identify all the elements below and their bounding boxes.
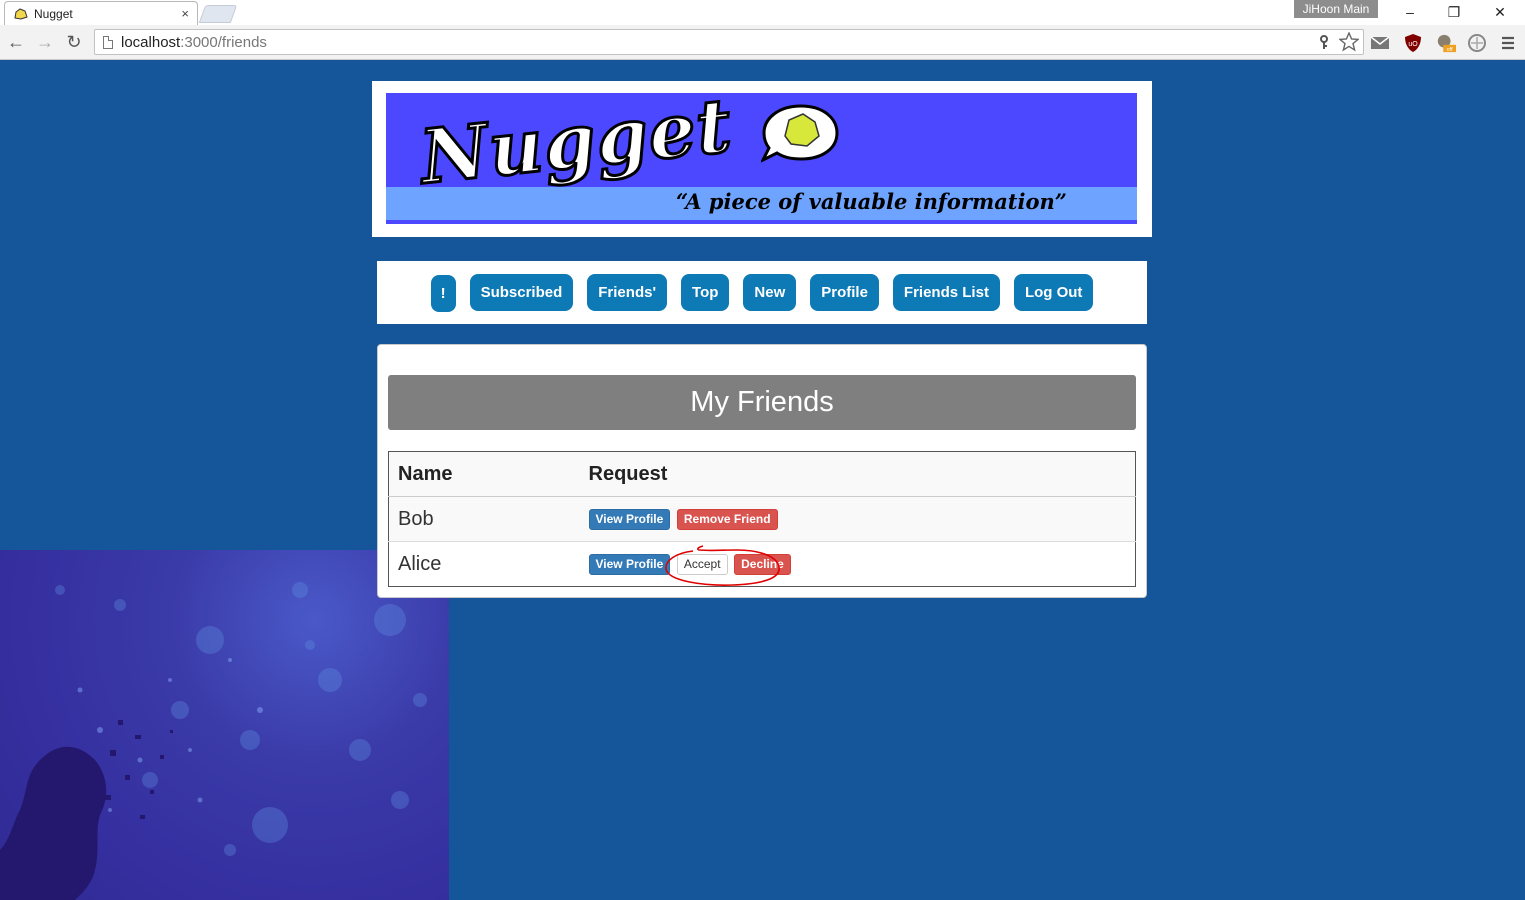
new-button[interactable]: New xyxy=(743,274,797,311)
background-bokeh-image xyxy=(0,582,427,900)
table-row: Bob View Profile Remove Friend xyxy=(388,496,1136,542)
nugget-favicon-icon xyxy=(14,8,28,20)
nugget-bubble-icon xyxy=(761,104,839,163)
friends-panel: My Friends Name Request Bob View Profile… xyxy=(377,344,1147,598)
restore-button[interactable]: ❐ xyxy=(1440,3,1468,21)
browser-tab[interactable]: Nugget × xyxy=(4,1,198,25)
alert-button[interactable]: ! xyxy=(430,275,456,312)
close-window-button[interactable]: ✕ xyxy=(1486,3,1514,21)
decline-button[interactable]: Decline xyxy=(734,553,791,575)
extension-off-icon[interactable]: off xyxy=(1436,33,1456,53)
table-header-row: Name Request xyxy=(388,451,1136,497)
minimize-button[interactable]: – xyxy=(1396,3,1424,21)
accept-button[interactable]: Accept xyxy=(676,553,728,575)
svg-text:uO: uO xyxy=(1408,41,1418,48)
back-icon[interactable]: ← xyxy=(5,31,27,53)
privacy-icon[interactable] xyxy=(1467,33,1487,53)
site-tagline: “A piece of valuable information” xyxy=(676,189,1067,214)
remove-friend-button[interactable]: Remove Friend xyxy=(676,508,778,530)
svg-text:off: off xyxy=(1447,47,1453,53)
background-artwork xyxy=(0,550,449,900)
site-logo-text: Nugget xyxy=(415,93,737,203)
forward-icon[interactable]: → xyxy=(34,31,56,53)
logout-button[interactable]: Log Out xyxy=(1013,274,1094,311)
panel-title: My Friends xyxy=(388,375,1136,430)
friends-feed-button[interactable]: Friends' xyxy=(587,274,668,311)
mail-icon[interactable] xyxy=(1370,33,1390,53)
star-icon[interactable] xyxy=(1339,32,1359,52)
main-navbar: ! Subscribed Friends' Top New Profile Fr… xyxy=(377,261,1147,324)
friends-table: Name Request Bob View Profile Remove Fri… xyxy=(388,451,1136,587)
address-bar[interactable]: localhost:3000/friends xyxy=(94,29,1364,55)
friends-list-button[interactable]: Friends List xyxy=(892,274,1000,311)
friend-name: Alice xyxy=(388,541,580,587)
table-row: Alice View Profile Accept Decline xyxy=(388,541,1136,587)
url-host: localhost xyxy=(121,33,181,51)
menu-icon[interactable] xyxy=(1498,33,1518,53)
reload-icon[interactable]: ↻ xyxy=(63,31,85,53)
column-header-name: Name xyxy=(388,451,580,497)
browser-tabstrip: Nugget × JiHoon Main – ❐ ✕ xyxy=(0,0,1525,25)
banner-image[interactable]: Nugget “A piece of valuable information” xyxy=(386,93,1137,224)
column-header-request: Request xyxy=(579,451,1136,497)
request-actions: View Profile Accept Decline xyxy=(579,541,1136,587)
new-tab-button[interactable] xyxy=(198,5,238,23)
request-actions: View Profile Remove Friend xyxy=(579,496,1136,542)
profile-badge[interactable]: JiHoon Main xyxy=(1294,0,1378,18)
page-icon xyxy=(103,35,113,49)
key-icon[interactable] xyxy=(1319,35,1329,50)
url-path: :3000/friends xyxy=(180,33,267,51)
subscribed-button[interactable]: Subscribed xyxy=(469,274,574,311)
friend-name: Bob xyxy=(388,496,580,542)
tab-title: Nugget xyxy=(34,6,73,21)
profile-button[interactable]: Profile xyxy=(810,274,879,311)
site-banner: Nugget “A piece of valuable information” xyxy=(372,81,1152,237)
browser-toolbar: ← → ↻ localhost:3000/friends uO off xyxy=(0,25,1525,60)
view-profile-button[interactable]: View Profile xyxy=(588,553,671,575)
view-profile-button[interactable]: View Profile xyxy=(588,508,671,530)
tab-close-icon[interactable]: × xyxy=(181,6,189,21)
ublock-icon[interactable]: uO xyxy=(1403,33,1423,53)
top-button[interactable]: Top xyxy=(681,274,730,311)
